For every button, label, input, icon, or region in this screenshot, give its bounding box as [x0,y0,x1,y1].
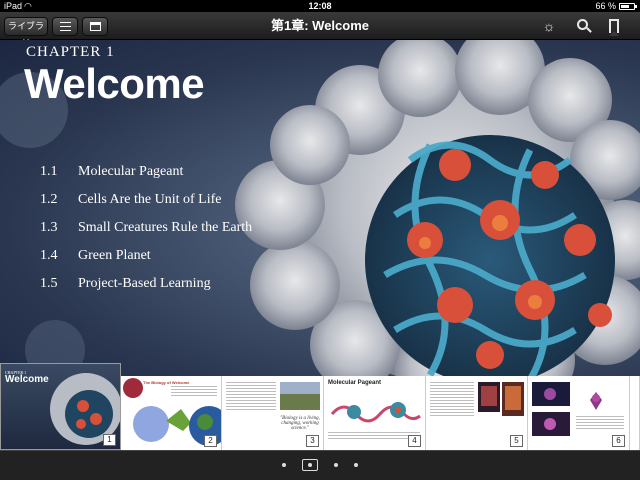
page-dot-current[interactable] [302,459,318,471]
page-thumbnail[interactable]: CHAPTER 1 Welcome 1 [0,363,121,450]
table-of-contents-button[interactable] [52,17,78,36]
chapter-opener: CHAPTER 1 Welcome 1.1 Molecular Pageant … [0,40,640,376]
reader-toolbar: ライブラリ 第1章: Welcome ☼ [0,12,640,48]
page-thumbnail[interactable]: 6 [528,376,630,450]
page-thumbnail[interactable]: The Biology of Welcome 2 [121,376,222,450]
search-button[interactable] [574,17,594,36]
page-dot[interactable] [282,463,286,467]
section-link[interactable]: 1.4 Green Planet [40,246,300,274]
thumbnail-quote: "Biology is a living, changing, working … [280,416,320,431]
section-link[interactable]: 1.5 Project-Based Learning [40,274,300,302]
section-name: Cells Are the Unit of Life [78,192,222,207]
page-thumbnail[interactable]: "Biology is a living, changing, working … [222,376,324,450]
page-dot[interactable] [334,463,338,467]
brightness-icon: ☼ [542,18,556,34]
brightness-button[interactable]: ☼ [539,17,559,36]
section-list: 1.1 Molecular Pageant 1.2 Cells Are the … [40,162,300,302]
bookmark-icon [609,19,619,36]
page-thumbnail-strip: CHAPTER 1 Welcome 1 The Biology of Welco… [0,363,640,450]
status-time: 12:08 [308,1,332,11]
chapter-title: Welcome [24,60,205,107]
page-number: 3 [306,435,319,447]
page-thumbnail[interactable]: Molecular Pageant 4 [324,376,426,450]
status-bar: iPad ◠ 12:08 66 % [0,0,640,12]
thumbnail-title: Welcome [5,374,49,385]
page-thumbnail[interactable] [630,376,640,450]
page-dots[interactable] [0,459,640,471]
section-name: Project-Based Learning [78,276,211,291]
battery-percent: 66 % [595,1,616,11]
page-number: 1 [103,434,116,446]
library-button[interactable]: ライブラリ [4,17,48,48]
section-number: 1.2 [40,192,58,207]
section-number: 1.4 [40,248,58,263]
page-number: 2 [204,435,217,447]
page-number: 6 [612,435,625,447]
page-dot[interactable] [354,463,358,467]
section-link[interactable]: 1.2 Cells Are the Unit of Life [40,190,300,218]
section-number: 1.5 [40,276,58,291]
section-number: 1.3 [40,220,58,235]
section-name: Molecular Pageant [78,164,184,179]
section-name: Small Creatures Rule the Earth [78,220,253,235]
list-icon [60,22,71,31]
section-name: Green Planet [78,248,151,263]
page-thumbnail[interactable]: 5 [426,376,528,450]
page-control-bar [0,450,640,480]
section-number: 1.1 [40,164,58,179]
chapter-number: CHAPTER 1 [26,44,115,60]
page-number: 5 [510,435,523,447]
notes-button[interactable] [82,17,108,36]
bookmark-button[interactable] [604,17,624,36]
battery-icon [619,3,637,10]
section-link[interactable]: 1.3 Small Creatures Rule the Earth [40,218,300,246]
page-number: 4 [408,435,421,447]
section-link[interactable]: 1.1 Molecular Pageant [40,162,300,190]
notes-icon [90,22,101,31]
